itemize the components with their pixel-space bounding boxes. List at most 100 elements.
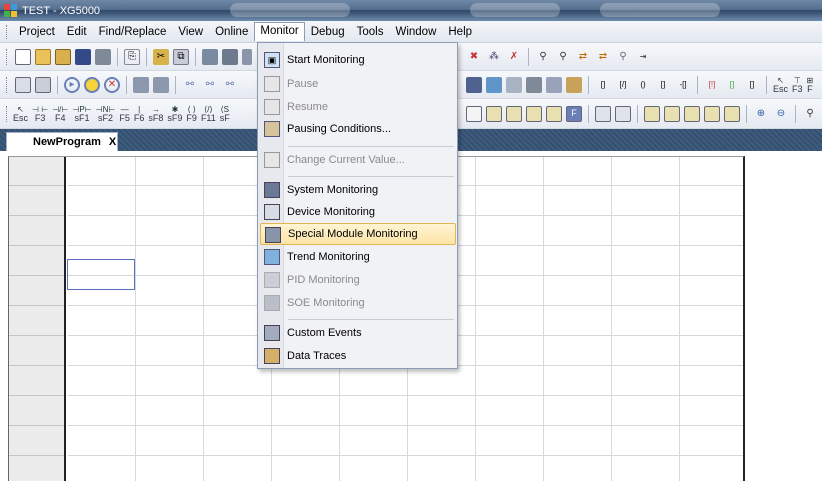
- reset-icon[interactable]: ⚯: [202, 77, 218, 93]
- goto-step-icon[interactable]: ⇥: [635, 49, 651, 65]
- new-project-icon[interactable]: [15, 48, 31, 65]
- debug-mode-icon[interactable]: ✕: [104, 76, 120, 93]
- ladder-negative-pulse-key[interactable]: ⊣N⊢ sF2: [96, 105, 116, 123]
- ladder-set-coil-key[interactable]: ⟨S sF: [220, 105, 230, 123]
- menu-debug[interactable]: Debug: [305, 23, 351, 41]
- register-icon[interactable]: [222, 48, 238, 65]
- tab-newprogram[interactable]: NewProgram X: [6, 132, 118, 151]
- custom-events-tb-icon[interactable]: [546, 76, 562, 93]
- ladder-positive-pulse-key[interactable]: ⊣P⊢ sF1: [72, 105, 91, 123]
- read-icon[interactable]: [153, 76, 169, 93]
- select-tool-f3[interactable]: ⊤ F3: [792, 76, 803, 94]
- pid-monitor-tb-icon[interactable]: [506, 76, 522, 93]
- zoom-in-icon[interactable]: ⊕: [753, 106, 769, 122]
- select-tool-f[interactable]: ⊞ F: [807, 76, 814, 94]
- view-icon-4[interactable]: [526, 105, 542, 122]
- cut-icon[interactable]: ✂: [153, 48, 169, 65]
- find-next-icon[interactable]: ⚲: [555, 49, 571, 65]
- print-icon[interactable]: [95, 48, 111, 65]
- clear-icon[interactable]: ⚯: [222, 77, 238, 93]
- properties-icon[interactable]: ⎘: [124, 48, 140, 65]
- find-device-icon[interactable]: ⚲: [802, 106, 818, 122]
- comment-icon[interactable]: [242, 48, 252, 65]
- data-trace-tb-icon[interactable]: [566, 76, 582, 93]
- view-icon-1[interactable]: [466, 105, 482, 122]
- menu-monitor[interactable]: Monitor: [254, 22, 305, 41]
- open-from-plc-icon[interactable]: [55, 48, 71, 65]
- contact-a-icon[interactable]: []: [595, 77, 611, 93]
- menu-trend-monitoring[interactable]: Trend Monitoring: [260, 246, 456, 268]
- view-icon-5[interactable]: [546, 105, 562, 122]
- view-icon-8[interactable]: [615, 105, 631, 122]
- soe-monitor-tb-icon[interactable]: [526, 76, 542, 93]
- connection-settings-icon[interactable]: [35, 76, 51, 93]
- menu-resume[interactable]: Resume: [260, 96, 456, 118]
- menu-custom-events[interactable]: Custom Events: [260, 322, 456, 344]
- menu-pausing-conditions[interactable]: Pausing Conditions...: [260, 118, 456, 140]
- menu-pid-monitoring[interactable]: PID Monitoring: [260, 269, 456, 291]
- menu-change-current-value[interactable]: Change Current Value...: [260, 149, 456, 171]
- bookmark-icon[interactable]: [!]: [704, 77, 720, 93]
- menu-tools[interactable]: Tools: [351, 23, 390, 41]
- menu-view[interactable]: View: [172, 23, 209, 41]
- menu-pause[interactable]: Pause: [260, 73, 456, 95]
- network-icon[interactable]: ⁂: [486, 49, 502, 65]
- delete-icon[interactable]: ✖: [466, 49, 482, 65]
- stop-mode-icon[interactable]: [84, 76, 100, 93]
- menu-special-module-monitoring[interactable]: Special Module Monitoring: [260, 223, 456, 245]
- view-icon-12[interactable]: [704, 105, 720, 122]
- open-project-icon[interactable]: [35, 48, 51, 65]
- view-icon-7[interactable]: [595, 105, 611, 122]
- menu-device-monitoring[interactable]: Device Monitoring: [260, 201, 456, 223]
- save-icon[interactable]: [75, 48, 91, 65]
- replace-text-icon[interactable]: ⇄: [595, 49, 611, 65]
- menu-start-monitoring[interactable]: ▣ Start Monitoring: [260, 49, 456, 71]
- func2-icon[interactable]: -[]: [675, 77, 691, 93]
- view-icon-11[interactable]: [684, 105, 700, 122]
- tab-close-icon[interactable]: X: [109, 136, 116, 148]
- bookmark2-icon[interactable]: []: [724, 77, 740, 93]
- run-mode-icon[interactable]: ▸: [64, 76, 80, 93]
- view-icon-13[interactable]: [724, 105, 740, 122]
- view-icon-10[interactable]: [664, 105, 680, 122]
- connect-icon[interactable]: [15, 76, 31, 93]
- ladder-reverse-coil-key[interactable]: ⟨/⟩ F11: [201, 105, 216, 123]
- menu-project[interactable]: Project: [13, 23, 61, 41]
- menu-find-replace[interactable]: Find/Replace: [93, 23, 173, 41]
- compare-icon[interactable]: ⚯: [182, 77, 198, 93]
- bookmark3-icon[interactable]: []: [744, 77, 760, 93]
- ladder-coil-key[interactable]: ⟨ ⟩ F9: [186, 105, 197, 123]
- trend-monitor-tb-icon[interactable]: [486, 76, 502, 93]
- replace-device-icon[interactable]: ⇄: [575, 49, 591, 65]
- coil-icon[interactable]: (): [635, 77, 651, 93]
- func-icon[interactable]: []: [655, 77, 671, 93]
- device-monitor-tb-icon[interactable]: [466, 76, 482, 93]
- view-icon-9[interactable]: [644, 105, 660, 122]
- menu-data-traces[interactable]: Data Traces: [260, 345, 456, 367]
- menu-online[interactable]: Online: [209, 23, 254, 41]
- find-in-files-icon[interactable]: ⚲: [615, 49, 631, 65]
- view-icon-2[interactable]: [486, 105, 502, 122]
- ladder-contact-a-key[interactable]: ⊣ ⊢ F3: [32, 105, 48, 123]
- menu-window[interactable]: Window: [389, 23, 442, 41]
- menu-edit[interactable]: Edit: [61, 23, 93, 41]
- menu-soe-monitoring[interactable]: SOE Monitoring: [260, 292, 456, 314]
- ladder-select-key[interactable]: ↖ Esc: [13, 105, 28, 123]
- zoom-out-icon[interactable]: ⊖: [773, 106, 789, 122]
- contact-b-icon[interactable]: [/]: [615, 77, 631, 93]
- ladder-vertical-line-key[interactable]: | F6: [134, 105, 145, 123]
- menu-system-monitoring[interactable]: System Monitoring: [260, 179, 456, 201]
- ladder-connect-line-key[interactable]: → sF8: [148, 105, 163, 123]
- find-icon[interactable]: ⚲: [535, 49, 551, 65]
- view-icon-3[interactable]: [506, 105, 522, 122]
- view-icon-6[interactable]: F: [566, 105, 582, 122]
- write-icon[interactable]: [133, 76, 149, 93]
- menu-help[interactable]: Help: [442, 23, 478, 41]
- variable-icon[interactable]: [202, 48, 218, 65]
- copy-icon[interactable]: ⧉: [173, 48, 189, 65]
- ladder-horizontal-line-key[interactable]: — F5: [119, 105, 130, 123]
- close-all-icon[interactable]: ✗: [506, 49, 522, 65]
- select-tool-esc[interactable]: ↖ Esc: [773, 76, 788, 94]
- ladder-invert-key[interactable]: ✱ sF9: [167, 105, 182, 123]
- ladder-contact-b-key[interactable]: ⊣/⊢ F4: [52, 105, 68, 123]
